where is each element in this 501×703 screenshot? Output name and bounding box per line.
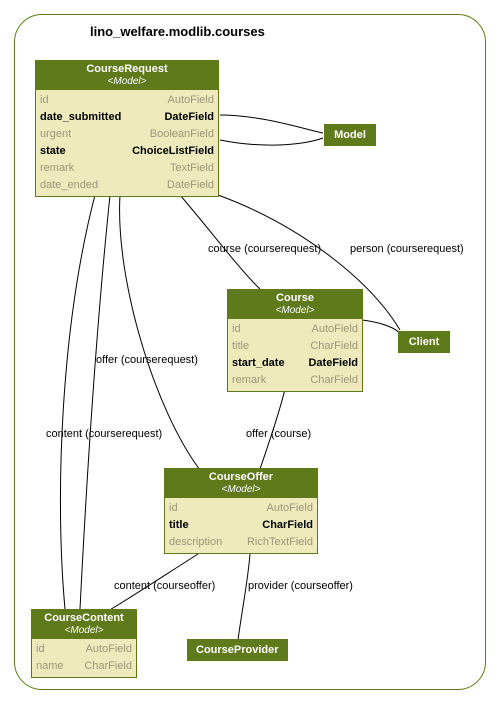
edge-label-content-req: content (courserequest) xyxy=(46,428,162,440)
edge-label-content-offer: content (courseoffer) xyxy=(114,580,215,592)
class-name: Course xyxy=(234,292,356,305)
edge-label-course-req: course (courserequest) xyxy=(208,243,321,255)
edge-label-offer-req: offer (courserequest) xyxy=(96,354,198,366)
attr-row: date_endedDateField xyxy=(40,177,214,194)
attr-row: idAutoField xyxy=(232,321,358,338)
class-name: CourseOffer xyxy=(171,471,311,484)
attr-row: idAutoField xyxy=(169,500,313,517)
attr-row: date_submittedDateField xyxy=(40,109,214,126)
attr-row: remarkCharField xyxy=(232,372,358,389)
edge-label-offer-course: offer (course) xyxy=(246,428,311,440)
package-title: lino_welfare.modlib.courses xyxy=(90,24,265,39)
attr-row: idAutoField xyxy=(36,641,132,658)
attr-row: stateChoiceListField xyxy=(40,143,214,160)
node-model: Model xyxy=(324,124,376,146)
class-name: CourseContent xyxy=(38,612,130,625)
class-head-courseoffer: CourseOffer <Model> xyxy=(165,469,317,498)
attr-row: idAutoField xyxy=(40,92,214,109)
class-stereotype: <Model> xyxy=(38,625,130,637)
class-courseoffer: CourseOffer <Model> idAutoField titleCha… xyxy=(164,468,318,554)
node-client: Client xyxy=(398,331,450,353)
class-body: idAutoField date_submittedDateField urge… xyxy=(36,90,218,196)
class-body: idAutoField titleCharField start_dateDat… xyxy=(228,319,362,391)
attr-row: urgentBooleanField xyxy=(40,126,214,143)
class-head-course: Course <Model> xyxy=(228,290,362,319)
class-course: Course <Model> idAutoField titleCharFiel… xyxy=(227,289,363,392)
class-head-coursecontent: CourseContent <Model> xyxy=(32,610,136,639)
attr-row: titleCharField xyxy=(232,338,358,355)
class-coursecontent: CourseContent <Model> idAutoField nameCh… xyxy=(31,609,137,678)
class-courserequest: CourseRequest <Model> idAutoField date_s… xyxy=(35,60,219,197)
attr-row: start_dateDateField xyxy=(232,355,358,372)
class-body: idAutoField titleCharField descriptionRi… xyxy=(165,498,317,553)
edge-label-provider-offer: provider (courseoffer) xyxy=(248,580,353,592)
class-body: idAutoField nameCharField xyxy=(32,639,136,677)
node-courseprovider: CourseProvider xyxy=(187,639,288,661)
class-stereotype: <Model> xyxy=(234,305,356,317)
class-name: CourseRequest xyxy=(42,63,212,76)
class-stereotype: <Model> xyxy=(42,76,212,88)
attr-row: remarkTextField xyxy=(40,160,214,177)
attr-row: titleCharField xyxy=(169,517,313,534)
attr-row: nameCharField xyxy=(36,658,132,675)
class-stereotype: <Model> xyxy=(171,484,311,496)
class-head-courserequest: CourseRequest <Model> xyxy=(36,61,218,90)
edge-label-person-req: person (courserequest) xyxy=(350,243,464,255)
attr-row: descriptionRichTextField xyxy=(169,534,313,551)
